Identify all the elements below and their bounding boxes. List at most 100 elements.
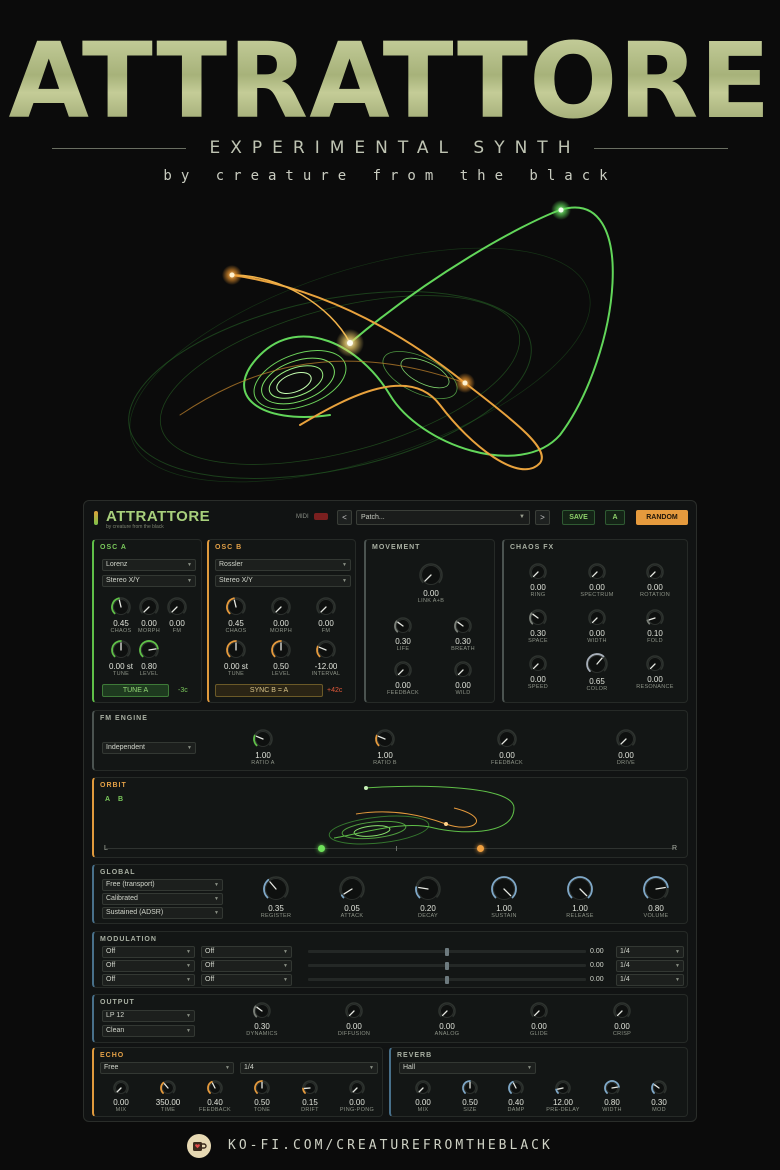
knob-dial[interactable] — [414, 875, 442, 903]
knob-dial[interactable] — [206, 1079, 224, 1097]
knob-dial[interactable] — [496, 728, 518, 750]
knob-dial[interactable] — [645, 562, 665, 582]
sync-b-button[interactable]: SYNC B = A — [215, 684, 323, 697]
knob-dial[interactable] — [461, 1079, 479, 1097]
knob-dial[interactable] — [528, 562, 548, 582]
mod-target-select[interactable]: Off ▼ — [201, 974, 292, 986]
knob-dial[interactable] — [587, 562, 607, 582]
mod-rate-select[interactable]: 1/4 ▼ — [616, 946, 684, 958]
rotation-knob[interactable]: 0.00 ROTATION — [625, 562, 685, 599]
knob-dial[interactable] — [437, 1001, 457, 1021]
knob-dial[interactable] — [587, 608, 607, 628]
ratio-b-knob[interactable]: 1.00 RATIO B — [355, 728, 415, 767]
knob-dial[interactable] — [112, 1079, 130, 1097]
tune-a-button[interactable]: TUNE A — [102, 684, 169, 697]
glide-knob[interactable]: 0.00 GLIDE — [509, 1001, 569, 1038]
knob-dial[interactable] — [393, 660, 413, 680]
knob-dial[interactable] — [270, 639, 292, 661]
knob-dial[interactable] — [270, 596, 292, 618]
reverb-type-select[interactable]: Hall ▼ — [399, 1062, 536, 1074]
echo-division-select[interactable]: 1/4 ▼ — [240, 1062, 378, 1074]
knob-dial[interactable] — [338, 875, 366, 903]
mod-source-select[interactable]: Off ▼ — [102, 974, 195, 986]
knob-dial[interactable] — [642, 875, 670, 903]
speed-knob[interactable]: 0.00 SPEED — [508, 654, 568, 691]
knob-dial[interactable] — [507, 1079, 525, 1097]
echo-sync-select[interactable]: Free ▼ — [100, 1062, 234, 1074]
knob-dial[interactable] — [615, 728, 637, 750]
output-mode-select[interactable]: Clean ▼ — [102, 1025, 195, 1037]
release-knob[interactable]: 1.00 RELEASE — [550, 875, 610, 920]
knob-dial[interactable] — [225, 596, 247, 618]
width-knob[interactable]: 0.00 WIDTH — [567, 608, 627, 645]
echo-ping-pong-knob[interactable]: 0.00 PING-PONG — [327, 1079, 387, 1114]
diffusion-knob[interactable]: 0.00 DIFFUSION — [324, 1001, 384, 1038]
resonance-knob[interactable]: 0.00 RESONANCE — [625, 654, 685, 691]
spectrum-knob[interactable]: 0.00 SPECTRUM — [567, 562, 627, 599]
reverb-mod-knob[interactable]: 0.30 MOD — [629, 1079, 689, 1114]
mod-amount-thumb[interactable] — [445, 948, 449, 956]
ring-knob[interactable]: 0.00 RING — [508, 562, 568, 599]
movement-feedback-knob[interactable]: 0.00 FEEDBACK — [373, 660, 433, 697]
ab-compare-button[interactable]: A — [605, 510, 625, 525]
osc-a-level-knob[interactable]: 0.80 LEVEL — [119, 639, 179, 678]
analog-knob[interactable]: 0.00 ANALOG — [417, 1001, 477, 1038]
knob-dial[interactable] — [453, 616, 473, 636]
knob-dial[interactable] — [225, 639, 247, 661]
mod-target-select[interactable]: Off ▼ — [201, 960, 292, 972]
register-knob[interactable]: 0.35 REGISTER — [246, 875, 306, 920]
osc-a-fm-knob[interactable]: 0.00 FM — [147, 596, 207, 635]
sustain-knob[interactable]: 1.00 SUSTAIN — [474, 875, 534, 920]
knob-dial[interactable] — [348, 1079, 366, 1097]
mod-amount-thumb[interactable] — [445, 976, 449, 984]
knob-dial[interactable] — [418, 562, 444, 588]
osc-a-stereo-select[interactable]: Stereo X/Y ▼ — [102, 575, 196, 587]
mod-source-select[interactable]: Off ▼ — [102, 960, 195, 972]
osc-b-interval-knob[interactable]: -12.00 INTERVAL — [296, 639, 356, 678]
mod-rate-select[interactable]: 1/4 ▼ — [616, 974, 684, 986]
fm-drive-knob[interactable]: 0.00 DRIVE — [596, 728, 656, 767]
knob-dial[interactable] — [566, 875, 594, 903]
knob-dial[interactable] — [315, 639, 337, 661]
fm-mode-select[interactable]: Independent ▼ — [102, 742, 196, 754]
space-knob[interactable]: 0.30 SPACE — [508, 608, 568, 645]
prev-patch-button[interactable]: < — [337, 510, 352, 525]
output-filter-select[interactable]: LP 12 ▼ — [102, 1010, 195, 1022]
life-knob[interactable]: 0.30 LIFE — [373, 616, 433, 653]
decay-knob[interactable]: 0.20 DECAY — [398, 875, 458, 920]
mod-target-select[interactable]: Off ▼ — [201, 946, 292, 958]
knob-dial[interactable] — [374, 728, 396, 750]
knob-dial[interactable] — [490, 875, 518, 903]
fm-feedback-knob[interactable]: 0.00 FEEDBACK — [477, 728, 537, 767]
knob-dial[interactable] — [585, 652, 609, 676]
knob-dial[interactable] — [393, 616, 413, 636]
osc-a-type-select[interactable]: Lorenz ▼ — [102, 559, 196, 571]
mod-amount-thumb[interactable] — [445, 962, 449, 970]
osc-b-type-select[interactable]: Rossler ▼ — [215, 559, 351, 571]
ko-fi-link[interactable]: KO-FI.COM/CREATUREFROMTHEBLACK — [228, 1138, 553, 1153]
link-knob[interactable]: 0.00 LINK A+B — [401, 562, 461, 605]
fold-knob[interactable]: 0.10 FOLD — [625, 608, 685, 645]
attack-knob[interactable]: 0.05 ATTACK — [322, 875, 382, 920]
knob-dial[interactable] — [414, 1079, 432, 1097]
save-button[interactable]: SAVE — [562, 510, 595, 525]
volume-knob[interactable]: 0.80 VOLUME — [626, 875, 686, 920]
knob-dial[interactable] — [529, 1001, 549, 1021]
random-button[interactable]: RANDOM — [636, 510, 688, 525]
osc-b-fm-knob[interactable]: 0.00 FM — [296, 596, 356, 635]
ratio-a-knob[interactable]: 1.00 RATIO A — [233, 728, 293, 767]
knob-dial[interactable] — [650, 1079, 668, 1097]
knob-dial[interactable] — [252, 728, 274, 750]
crisp-knob[interactable]: 0.00 CRISP — [592, 1001, 652, 1038]
global-envelope-select[interactable]: Sustained (ADSR) ▼ — [102, 907, 223, 919]
mod-rate-select[interactable]: 1/4 ▼ — [616, 960, 684, 972]
global-tuning-select[interactable]: Calibrated ▼ — [102, 893, 223, 905]
next-patch-button[interactable]: > — [535, 510, 550, 525]
knob-dial[interactable] — [252, 1001, 272, 1021]
dynamics-knob[interactable]: 0.30 DYNAMICS — [232, 1001, 292, 1038]
global-clock-select[interactable]: Free (transport) ▼ — [102, 879, 223, 891]
knob-dial[interactable] — [166, 596, 188, 618]
osc-b-stereo-select[interactable]: Stereo X/Y ▼ — [215, 575, 351, 587]
breath-knob[interactable]: 0.30 BREATH — [433, 616, 493, 653]
knob-dial[interactable] — [159, 1079, 177, 1097]
